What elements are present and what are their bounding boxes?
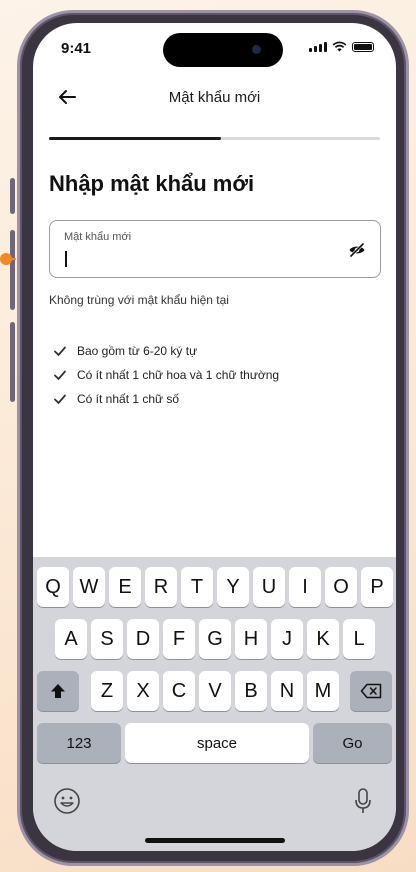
rule-item: Có ít nhất 1 chữ số: [53, 387, 279, 411]
key-l[interactable]: L: [343, 619, 375, 659]
rule-item: Có ít nhất 1 chữ hoa và 1 chữ thường: [53, 363, 279, 387]
key-x[interactable]: X: [127, 671, 159, 711]
shift-key[interactable]: [37, 671, 79, 711]
backspace-key[interactable]: [350, 671, 392, 711]
keyboard-row-2: A S D F G H J K L: [33, 619, 396, 659]
eye-slash-icon[interactable]: [348, 241, 366, 259]
check-icon: [54, 370, 66, 380]
keyboard-row-1: Q W E R T Y U I O P: [33, 567, 396, 607]
backspace-icon: [360, 683, 382, 699]
screen: 9:41 Mật khẩu mới Nhập mật khẩu mới Mật …: [33, 23, 396, 851]
key-w[interactable]: W: [73, 567, 105, 607]
key-j[interactable]: J: [271, 619, 303, 659]
key-g[interactable]: G: [199, 619, 231, 659]
helper-text: Không trùng với mật khẩu hiện tại: [49, 293, 229, 307]
password-field[interactable]: Mật khẩu mới: [49, 220, 381, 278]
key-b[interactable]: B: [235, 671, 267, 711]
emoji-icon[interactable]: [53, 787, 81, 815]
nav-title: Mật khẩu mới: [168, 89, 261, 106]
page-title: Nhập mật khẩu mới: [49, 171, 255, 196]
key-y[interactable]: Y: [217, 567, 249, 607]
key-i[interactable]: I: [289, 567, 321, 607]
key-v[interactable]: V: [199, 671, 231, 711]
key-d[interactable]: D: [127, 619, 159, 659]
key-o[interactable]: O: [325, 567, 357, 607]
rule-text: Bao gồm từ 6-20 ký tự: [77, 344, 198, 358]
key-n[interactable]: N: [271, 671, 303, 711]
volume-up-button: [10, 230, 15, 310]
volume-down-button: [10, 322, 15, 402]
dynamic-island: [163, 33, 283, 67]
keyboard-row-4: 123 space Go: [33, 723, 396, 763]
nav-bar: Mật khẩu mới: [33, 81, 396, 115]
status-time: 9:41: [61, 40, 92, 57]
key-k[interactable]: K: [307, 619, 339, 659]
key-t[interactable]: T: [181, 567, 213, 607]
key-m[interactable]: M: [307, 671, 339, 711]
rule-item: Bao gồm từ 6-20 ký tự: [53, 339, 279, 363]
camera-icon: [252, 45, 261, 54]
microphone-icon[interactable]: [354, 787, 372, 815]
check-icon: [54, 346, 66, 356]
step-progress-fill: [49, 137, 222, 140]
annotation-dot: [0, 253, 12, 265]
signal-icon: [309, 42, 327, 52]
status-bar: 9:41: [33, 23, 396, 73]
status-icons: [309, 41, 374, 52]
key-e[interactable]: E: [109, 567, 141, 607]
go-key[interactable]: Go: [313, 723, 392, 763]
shift-icon: [51, 684, 65, 698]
key-s[interactable]: S: [91, 619, 123, 659]
key-c[interactable]: C: [163, 671, 195, 711]
key-z[interactable]: Z: [91, 671, 123, 711]
space-key[interactable]: space: [125, 723, 309, 763]
mute-switch: [10, 178, 15, 214]
check-icon: [54, 394, 66, 404]
wifi-icon: [332, 41, 347, 52]
password-field-label: Mật khẩu mới: [64, 231, 132, 243]
battery-icon: [352, 42, 374, 52]
numbers-key[interactable]: 123: [37, 723, 121, 763]
key-f[interactable]: F: [163, 619, 195, 659]
key-q[interactable]: Q: [37, 567, 69, 607]
key-a[interactable]: A: [55, 619, 87, 659]
rule-text: Có ít nhất 1 chữ hoa và 1 chữ thường: [77, 368, 280, 382]
key-h[interactable]: H: [235, 619, 267, 659]
key-r[interactable]: R: [145, 567, 177, 607]
home-indicator[interactable]: [144, 838, 285, 843]
keyboard: Q W E R T Y U I O P A S D F G H J K L Z: [33, 557, 396, 851]
password-input[interactable]: [64, 247, 314, 269]
password-rules: Bao gồm từ 6-20 ký tự Có ít nhất 1 chữ h…: [53, 339, 279, 411]
step-progress: [49, 137, 380, 140]
key-p[interactable]: P: [361, 567, 393, 607]
key-u[interactable]: U: [253, 567, 285, 607]
rule-text: Có ít nhất 1 chữ số: [77, 392, 180, 406]
keyboard-row-3: Z X C V B N M: [33, 671, 396, 711]
